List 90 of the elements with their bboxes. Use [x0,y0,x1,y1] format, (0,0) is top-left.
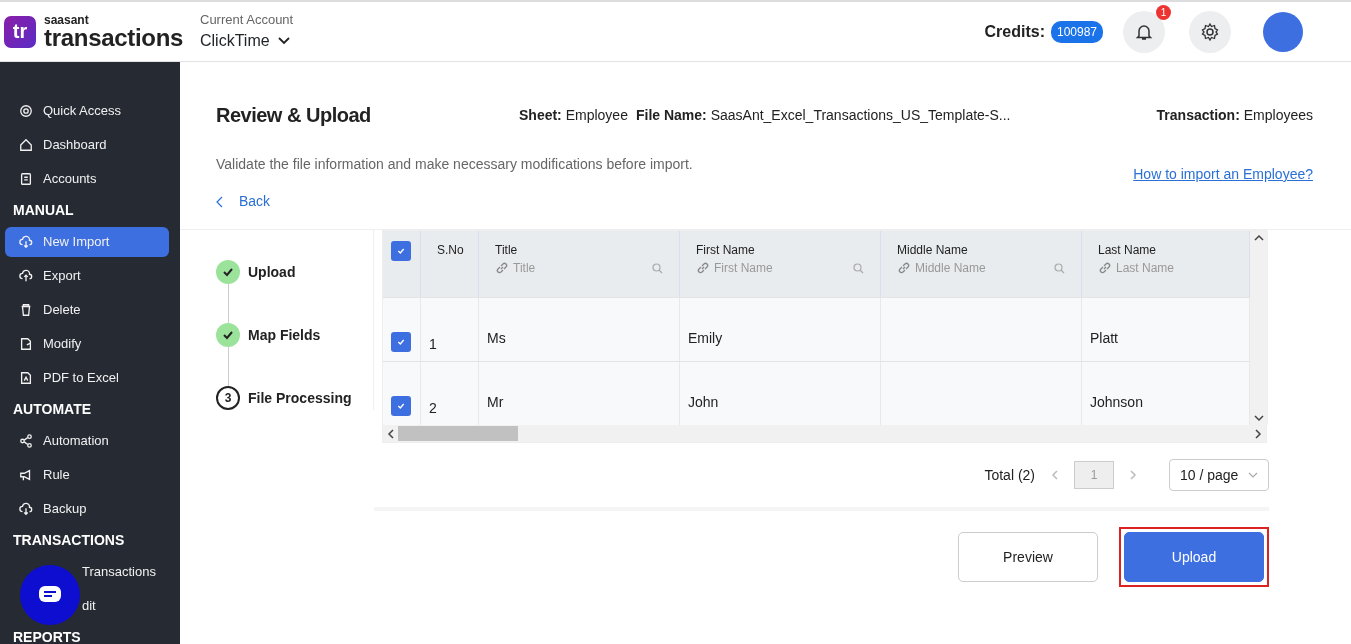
select-all-checkbox[interactable] [391,241,411,261]
section-heading: REPORTS [12,628,82,644]
preview-button[interactable]: Preview [958,532,1098,582]
credits-count: 100987 [1050,20,1103,43]
chevron-down-icon [1248,472,1258,478]
section-heading: MANUAL [12,201,75,220]
chevron-down-icon [277,37,290,46]
credits-label: Credits: [984,21,1045,42]
search-icon[interactable] [1054,262,1065,274]
link-icon [495,261,509,275]
sidebar-item[interactable]: Accounts [5,164,169,194]
megaphone-icon [19,468,33,482]
brand-name: saasant [44,13,90,26]
column-header: Middle Name [897,242,969,259]
step-label: Upload [248,262,296,282]
table-cell: Platt [1082,297,1250,361]
file-name-info: File Name: SaasAnt_Excel_Transactions_US_Template-S... [635,105,1011,125]
sidebar-item[interactable]: Rule [5,460,169,490]
clipboard-icon [19,172,33,186]
cloud-icon [19,235,33,249]
table-cell: 1 [421,297,479,361]
help-link[interactable]: How to import an Employee? [1133,164,1313,185]
section-heading: TRANSACTIONS [12,531,126,550]
column-header: First Name [696,242,756,259]
sheet-info: Sheet: Employee [519,105,628,125]
column-header: Title [495,242,519,259]
check-icon [222,329,234,341]
total-count: Total (2) [984,465,1035,485]
sidebar-item[interactable]: New Import [5,227,169,257]
sidebar-item[interactable]: Export [5,261,169,291]
table-cell: 2 [421,361,479,425]
table-cell: Ms [479,297,680,361]
sidebar-item[interactable]: Transactions [5,557,169,587]
link-icon [696,261,710,275]
sidebar-item[interactable]: PDF to Excel [5,363,169,393]
check-icon [222,266,234,278]
settings-icon [1200,21,1220,42]
sidebar-item[interactable]: Dashboard [5,130,169,160]
house-icon [19,138,33,152]
sidebar-item[interactable]: dit [5,591,169,621]
table-cell: John [680,361,881,425]
chat-button[interactable] [20,565,80,625]
step-label: File Processing [248,388,352,408]
chevron-left-icon [216,195,223,208]
scroll-down-icon[interactable] [1254,415,1264,422]
share-icon [19,434,33,448]
scrollbar-thumb[interactable] [398,426,518,441]
table-cell: Emily [680,297,881,361]
cloud-icon [19,269,33,283]
brand-title: transactions [44,25,184,50]
account-dropdown[interactable]: ClickTime [200,29,290,54]
sidebar-item[interactable]: Delete [5,295,169,325]
step-number: 3 [216,386,240,410]
search-icon[interactable] [652,262,663,274]
table-cell: Mr [479,361,680,425]
transaction-info: Transaction: Employees [1156,105,1313,125]
page-title: Review & Upload [216,103,372,128]
notification-button[interactable] [1123,10,1165,53]
upload-button[interactable]: Upload [1124,532,1264,582]
sidebar-item[interactable]: Automation [5,426,169,456]
user-avatar[interactable] [1263,11,1303,52]
link-icon [897,261,911,275]
trash-icon [19,303,33,317]
scroll-right-icon[interactable] [1255,428,1262,439]
sidebar-item[interactable]: Modify [5,329,169,359]
document-icon [19,337,33,351]
chat-icon [38,585,62,605]
sidebar-item[interactable]: Backup [5,494,169,524]
section-heading: AUTOMATE [12,400,93,419]
page-size-select[interactable]: 10 / page [1169,459,1269,491]
target-icon [19,104,33,118]
back-link[interactable]: Back [216,191,271,212]
search-icon[interactable] [853,262,864,274]
cloud-icon [19,502,33,516]
notification-count: 1 [1156,4,1171,20]
table-cell: Johnson [1082,361,1250,425]
row-checkbox[interactable] [391,332,411,352]
scroll-left-icon[interactable] [387,428,394,439]
row-checkbox[interactable] [391,396,411,416]
step-label: Map Fields [248,325,321,345]
column-header: S.No [437,242,462,259]
sidebar-item[interactable]: Quick Access [5,96,169,126]
account-label: Current Account [200,10,294,29]
settings-button[interactable] [1189,10,1231,53]
logo-mark: tr [4,15,36,48]
column-header: Last Name [1098,242,1158,259]
link-icon [1098,261,1112,275]
scroll-up-icon[interactable] [1254,234,1264,241]
page-description: Validate the file information and make necessary modifications before import. [216,155,693,174]
document-icon [19,371,33,385]
